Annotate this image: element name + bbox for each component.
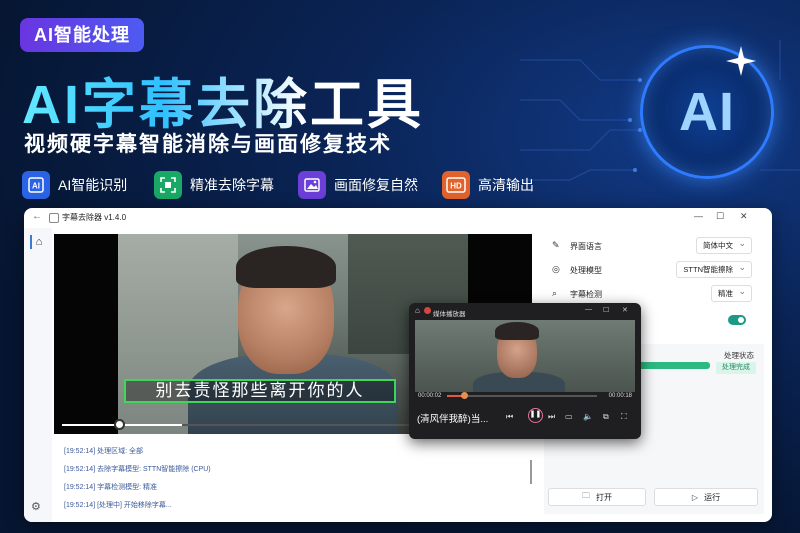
back-arrow-icon[interactable]: ← bbox=[32, 211, 42, 222]
maximize-button[interactable]: ☐ bbox=[716, 211, 724, 222]
feature-toggle[interactable] bbox=[728, 315, 746, 325]
player-video[interactable] bbox=[415, 320, 635, 392]
setting-model: ◎ 处理模型 STTN智能擦除 bbox=[544, 258, 764, 282]
player-track-caption: (清风伴我醉)当... bbox=[417, 414, 489, 425]
feature-label: 画面修复自然 bbox=[334, 177, 418, 193]
run-button-label: 运行 bbox=[704, 492, 721, 502]
media-player-window: ⌂ 媒体播放器 — ☐ ✕ 00:00:02 00:00:18 (清风伴我醉)当… bbox=[409, 303, 641, 439]
focus-frame-icon bbox=[154, 171, 182, 199]
player-seek-track[interactable] bbox=[447, 395, 597, 397]
setting-label: 界面语言 bbox=[570, 242, 602, 251]
feature-label: 精准去除字幕 bbox=[190, 177, 274, 193]
minimize-button[interactable]: — bbox=[694, 211, 703, 221]
next-icon[interactable]: ⏭ bbox=[548, 412, 555, 422]
close-button[interactable]: ✕ bbox=[740, 211, 748, 222]
open-button[interactable]: 🗀 打开 bbox=[548, 488, 646, 506]
player-maximize-button[interactable]: ☐ bbox=[603, 306, 609, 314]
folder-icon: 🗀 bbox=[582, 491, 590, 500]
settings-gear-icon[interactable]: ⚙ bbox=[31, 500, 41, 513]
log-line: [19:52:14] 处理区域: 全部 bbox=[64, 448, 143, 455]
volume-icon[interactable]: 🔈 bbox=[583, 412, 593, 421]
ai-logo-text: AI bbox=[679, 82, 735, 142]
feature-natural-repair: 画面修复自然 bbox=[298, 171, 418, 199]
subtitle-detection-box[interactable]: 别去责怪那些离开你的人 bbox=[124, 379, 396, 403]
setting-language: ✎ 界面语言 简体中文 bbox=[544, 234, 764, 258]
play-icon: ▷ bbox=[691, 492, 699, 502]
ai-chip-icon: AI bbox=[22, 171, 50, 199]
hd-icon: HD bbox=[442, 171, 470, 199]
translate-icon: ✎ bbox=[552, 240, 560, 250]
image-icon bbox=[298, 171, 326, 199]
detection-select[interactable]: 精准 bbox=[711, 284, 752, 302]
subline: 视频硬字幕智能消除与画面修复技术 bbox=[24, 133, 392, 156]
fullscreen-icon[interactable]: ⛶ bbox=[621, 412, 627, 422]
setting-label: 字幕检测 bbox=[570, 290, 602, 299]
globe-icon: ◎ bbox=[552, 264, 560, 274]
ai-processing-badge: AI智能处理 bbox=[20, 18, 144, 52]
open-button-label: 打开 bbox=[596, 492, 612, 502]
window-title: 字幕去除器 v1.4.0 bbox=[62, 213, 127, 222]
sparkle-icon bbox=[726, 46, 756, 76]
feature-label: 高清输出 bbox=[478, 177, 534, 193]
status-progress-bar bbox=[632, 362, 710, 369]
log-line: [19:52:14] [处理中] 开始移除字幕... bbox=[64, 502, 172, 509]
status-label: 处理状态 bbox=[724, 351, 754, 360]
feature-hd-output: HD 高清输出 bbox=[442, 171, 534, 199]
player-total-time: 00:00:18 bbox=[608, 393, 632, 399]
svg-text:HD: HD bbox=[450, 182, 462, 191]
setting-label: 处理模型 bbox=[570, 266, 602, 275]
video-progress-handle[interactable] bbox=[114, 419, 125, 430]
player-close-button[interactable]: ✕ bbox=[622, 306, 628, 314]
feature-label: AI智能识别 bbox=[58, 177, 128, 193]
model-select[interactable]: STTN智能擦除 bbox=[676, 260, 752, 278]
previous-icon[interactable]: ⏮ bbox=[506, 412, 513, 422]
language-select[interactable]: 简体中文 bbox=[696, 236, 752, 254]
player-app-icon bbox=[424, 307, 431, 314]
log-panel: [19:52:14] 处理区域: 全部 [19:52:14] 去除字幕模型: S… bbox=[54, 438, 532, 518]
log-line: [19:52:14] 去除字幕模型: STTN智能擦除 (CPU) bbox=[64, 466, 211, 473]
title-bar: ← 字幕去除器 v1.4.0 — ☐ ✕ bbox=[24, 208, 772, 228]
log-line: [19:52:14] 字幕检测模型: 精准 bbox=[64, 484, 157, 491]
log-scrollbar[interactable] bbox=[530, 460, 532, 484]
player-seek-handle[interactable] bbox=[461, 392, 468, 399]
svg-text:AI: AI bbox=[32, 182, 40, 191]
player-current-time: 00:00:02 bbox=[418, 393, 442, 399]
mini-player-icon[interactable]: ⧉ bbox=[603, 412, 609, 422]
pause-button[interactable]: ❚❚ bbox=[528, 408, 543, 423]
player-minimize-button[interactable]: — bbox=[585, 306, 592, 313]
home-icon[interactable]: ⌂ bbox=[415, 306, 420, 315]
run-button[interactable]: ▷ 运行 bbox=[654, 488, 758, 506]
home-icon[interactable]: ⌂ bbox=[30, 235, 46, 249]
feature-precise-removal: 精准去除字幕 bbox=[154, 171, 274, 199]
feature-ai-recognition: AI AI智能识别 bbox=[22, 171, 127, 199]
app-window: ← 字幕去除器 v1.4.0 — ☐ ✕ ⌂ ⚙ 别去责怪那些离开你的人 [19… bbox=[24, 208, 772, 522]
player-title: 媒体播放器 bbox=[433, 311, 466, 318]
subtitle-icon[interactable]: ▭ bbox=[565, 412, 573, 421]
app-logo-icon bbox=[49, 213, 59, 223]
status-badge: 处理完成 bbox=[716, 362, 756, 374]
search-icon: ⌕ bbox=[552, 288, 558, 298]
sidebar: ⌂ ⚙ bbox=[24, 228, 52, 522]
